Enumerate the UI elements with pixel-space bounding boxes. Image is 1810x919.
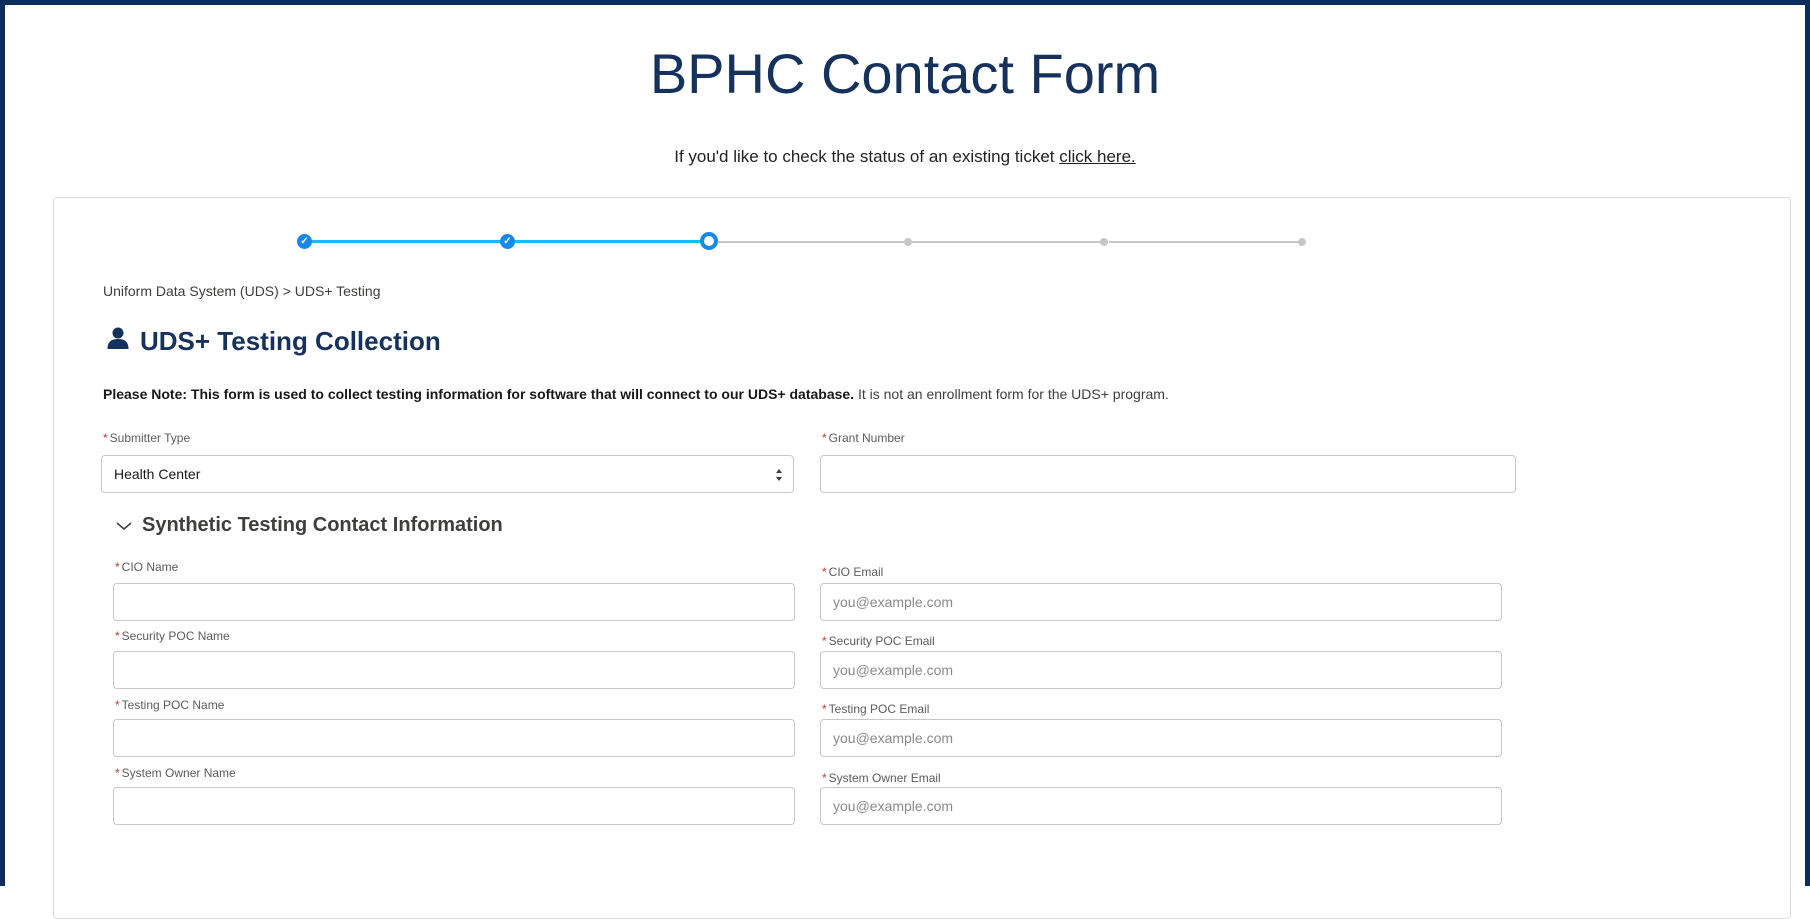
window-frame: BPHC Contact Form If you'd like to check… (0, 0, 1810, 919)
progress-segment-4 (912, 241, 1102, 243)
check-icon: ✓ (300, 236, 309, 247)
required-marker: * (115, 766, 120, 780)
step-4-pending (904, 238, 912, 246)
grant-number-label-text: Grant Number (828, 431, 905, 445)
required-marker: * (103, 431, 108, 445)
cio-name-input[interactable] (113, 583, 795, 621)
system-owner-name-label-text: System Owner Name (121, 766, 236, 780)
section-title: UDS+ Testing Collection (106, 326, 441, 357)
system-owner-email-label: * System Owner Email (822, 771, 941, 785)
cio-email-input[interactable]: you@example.com (820, 583, 1502, 621)
check-icon: ✓ (503, 236, 512, 247)
testing-poc-name-input[interactable] (113, 719, 795, 757)
security-poc-email-label: * Security POC Email (822, 634, 935, 648)
step-6-pending (1298, 238, 1306, 246)
chevron-down-icon (116, 521, 132, 530)
step-5-pending (1100, 238, 1108, 246)
submitter-type-select[interactable]: Health Center (101, 455, 794, 493)
select-arrows-icon (776, 469, 782, 481)
step-1-complete[interactable]: ✓ (297, 234, 312, 249)
section-title-text: UDS+ Testing Collection (140, 326, 441, 356)
submitter-type-value: Health Center (114, 466, 201, 482)
ticket-status-text: If you'd like to check the status of an … (674, 147, 1055, 166)
step-2-complete[interactable]: ✓ (500, 234, 515, 249)
system-owner-email-placeholder: you@example.com (833, 798, 954, 814)
ticket-status-link[interactable]: click here. (1059, 147, 1136, 166)
form-note-bold: Please Note: This form is used to collec… (103, 386, 855, 402)
testing-poc-name-label-text: Testing POC Name (121, 698, 225, 712)
system-owner-name-input[interactable] (113, 787, 795, 825)
required-marker: * (115, 698, 120, 712)
required-marker: * (115, 629, 120, 643)
cio-name-label: * CIO Name (115, 560, 178, 574)
security-poc-email-input[interactable]: you@example.com (820, 651, 1502, 689)
system-owner-email-label-text: System Owner Email (828, 771, 941, 785)
security-poc-email-label-text: Security POC Email (828, 634, 935, 648)
cio-name-label-text: CIO Name (121, 560, 179, 574)
security-poc-name-label: * Security POC Name (115, 629, 230, 643)
page-title: BPHC Contact Form (649, 42, 1161, 105)
security-poc-name-input[interactable] (113, 651, 795, 689)
required-marker: * (822, 431, 827, 445)
testing-poc-email-placeholder: you@example.com (833, 730, 954, 746)
testing-poc-email-label: * Testing POC Email (822, 702, 929, 716)
required-marker: * (822, 702, 827, 716)
submitter-type-label-text: Submitter Type (109, 431, 191, 445)
form-note: Please Note: This form is used to collec… (103, 386, 1169, 402)
required-marker: * (822, 565, 827, 579)
group-title: Synthetic Testing Contact Information (142, 514, 503, 536)
user-icon (106, 326, 130, 357)
grant-number-label: * Grant Number (822, 431, 905, 445)
testing-poc-email-label-text: Testing POC Email (828, 702, 930, 716)
progress-segment-3 (718, 241, 906, 243)
cio-email-placeholder: you@example.com (833, 594, 954, 610)
testing-poc-email-input[interactable]: you@example.com (820, 719, 1502, 757)
required-marker: * (822, 771, 827, 785)
cio-email-label: * CIO Email (822, 565, 883, 579)
progress-segment-2 (514, 240, 707, 243)
form-card: ✓ ✓ Uniform Data System (UDS) > UDS+ Tes… (53, 197, 1791, 919)
synthetic-testing-toggle[interactable]: Synthetic Testing Contact Information (116, 514, 503, 537)
cio-email-label-text: CIO Email (828, 565, 884, 579)
step-3-current[interactable] (700, 232, 718, 250)
required-marker: * (822, 634, 827, 648)
security-poc-email-placeholder: you@example.com (833, 662, 954, 678)
required-marker: * (115, 560, 120, 574)
progress-segment-5 (1109, 241, 1299, 243)
progress-segment-1 (309, 240, 507, 243)
system-owner-name-label: * System Owner Name (115, 766, 236, 780)
grant-number-input[interactable] (820, 455, 1516, 493)
security-poc-name-label-text: Security POC Name (121, 629, 230, 643)
testing-poc-name-label: * Testing POC Name (115, 698, 224, 712)
progress-stepper: ✓ ✓ (54, 198, 1790, 258)
submitter-type-label: * Submitter Type (103, 431, 190, 445)
form-note-rest: It is not an enrollment form for the UDS… (854, 386, 1169, 402)
system-owner-email-input[interactable]: you@example.com (820, 787, 1502, 825)
breadcrumb: Uniform Data System (UDS) > UDS+ Testing (103, 283, 381, 299)
ticket-status-line: If you'd like to check the status of an … (5, 147, 1805, 167)
